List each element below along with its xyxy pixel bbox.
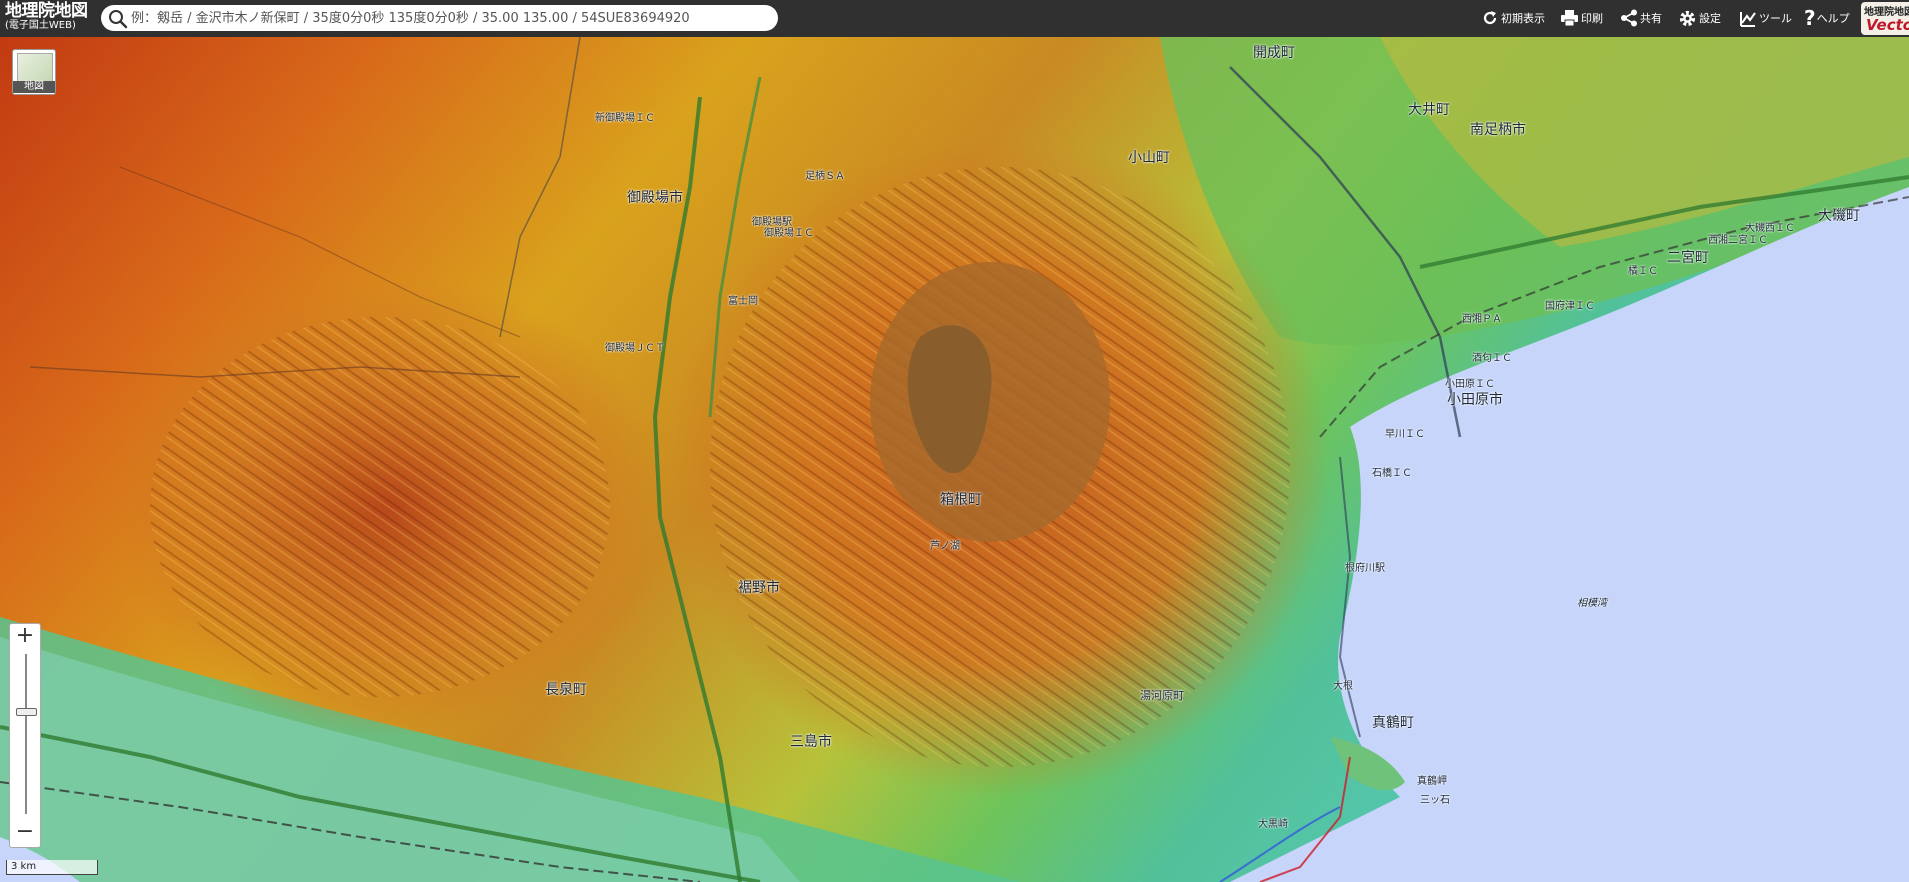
label-mitsuishi: 三ッ石 <box>1420 795 1450 806</box>
label-hakone-town: 箱根町 <box>940 492 982 508</box>
print-label: 印刷 <box>1581 12 1603 25</box>
zoom-control: + − <box>9 623 41 848</box>
relief-map <box>0 37 1909 882</box>
label-shingotemba-ic: 新御殿場ＩＣ <box>595 113 655 124</box>
brand-title: 地理院地図 <box>5 1 88 21</box>
label-gotemba-station: 御殿場駅 <box>752 217 792 228</box>
zoom-slider-handle[interactable] <box>16 708 37 716</box>
label-kozu-ic: 国府津ＩＣ <box>1545 301 1595 312</box>
help-button[interactable]: ? ヘルプ <box>1804 6 1850 30</box>
tools-label: ツール <box>1759 12 1792 25</box>
label-gotemba-jct: 御殿場ＪＣＴ <box>605 343 665 354</box>
gear-icon <box>1679 10 1696 26</box>
label-oyama-town: 小山町 <box>1128 150 1170 166</box>
map-thumbnail-icon <box>17 53 53 82</box>
label-sagami-bay: 相模湾 <box>1577 598 1607 609</box>
share-icon <box>1621 9 1637 27</box>
settings-label: 設定 <box>1699 12 1721 25</box>
label-tachibana-ic: 橘ＩＣ <box>1628 266 1658 277</box>
search-icon <box>109 10 128 29</box>
zoom-in-button[interactable]: + <box>10 624 40 650</box>
label-ashigara-sa: 足柄ＳＡ <box>805 171 845 182</box>
label-odawara-city: 小田原市 <box>1447 392 1503 408</box>
share-button[interactable]: 共有 <box>1620 6 1662 30</box>
label-ishibashi-ic: 石橋ＩＣ <box>1372 468 1412 479</box>
zoom-slider-track[interactable] <box>25 654 27 814</box>
label-yugawara-town: 湯河原町 <box>1140 689 1184 702</box>
label-oguro-cape: 大黒崎 <box>1258 819 1288 830</box>
scale-bar-label: 3 km <box>11 861 37 872</box>
label-odawara-ic: 小田原ＩＣ <box>1445 379 1495 390</box>
label-sakawa-ic: 酒匂ＩＣ <box>1472 353 1512 364</box>
label-nagaizumi-town: 長泉町 <box>545 682 587 698</box>
initial-view-button[interactable]: 初期表示 <box>1481 6 1545 30</box>
label-daikon: 大根 <box>1333 681 1353 692</box>
label-ashinoko: 芦ノ湖 <box>930 541 960 552</box>
label-hayakawa-ic: 早川ＩＣ <box>1385 429 1425 440</box>
print-button[interactable]: 印刷 <box>1560 6 1603 30</box>
layer-button-label: 地図 <box>13 81 55 93</box>
label-nishisho-pa: 西湘ＰＡ <box>1462 314 1502 325</box>
label-manazuru-cape: 真鶴岬 <box>1417 776 1447 787</box>
help-label: ヘルプ <box>1816 12 1850 25</box>
brand-logo[interactable]: 地理院地図 (電子国土WEB) <box>5 3 97 31</box>
initial-view-label: 初期表示 <box>1501 12 1545 25</box>
tools-button[interactable]: ツール <box>1738 6 1792 30</box>
brand-subtitle: (電子国土WEB) <box>5 20 76 31</box>
tools-icon <box>1740 11 1756 27</box>
top-header: 地理院地図 (電子国土WEB) 初期表示 印刷 共有 <box>0 0 1909 37</box>
refresh-icon <box>1483 11 1497 25</box>
label-nishisho-ic: 西湘二宮ＩＣ <box>1708 235 1768 246</box>
label-susono-city: 裾野市 <box>738 580 780 596</box>
label-oiso-town: 大磯町 <box>1818 208 1860 224</box>
label-manazuru-town: 真鶴町 <box>1372 715 1414 731</box>
vector-map-badge[interactable]: 地理院地図 Vector <box>1861 2 1909 35</box>
label-mishima-city: 三島市 <box>790 734 832 750</box>
zoom-out-button[interactable]: − <box>10 820 40 846</box>
label-kaisei-town: 開成町 <box>1253 45 1295 61</box>
scale-bar: 3 km <box>6 860 98 875</box>
label-oi-town: 大井町 <box>1408 102 1450 118</box>
label-ninomiya-town: 二宮町 <box>1667 250 1709 266</box>
search-box <box>101 5 778 31</box>
settings-button[interactable]: 設定 <box>1678 6 1721 30</box>
share-label: 共有 <box>1640 12 1662 25</box>
label-gotemba-city: 御殿場市 <box>627 190 683 206</box>
label-fujioka: 富士岡 <box>728 296 758 307</box>
search-input[interactable] <box>131 8 761 28</box>
question-icon: ? <box>1804 6 1816 30</box>
label-minamiashigara-city: 南足柄市 <box>1470 122 1526 138</box>
vector-badge-word: Vector <box>1866 16 1909 34</box>
label-nebukawa-station: 根府川駅 <box>1345 563 1385 574</box>
printer-icon <box>1561 10 1578 27</box>
map-canvas[interactable]: 御殿場市 小山町 開成町 大井町 南足柄市 箱根町 小田原市 二宮町 大磯町 裾… <box>0 37 1909 882</box>
layer-select-button[interactable]: 地図 <box>12 49 56 95</box>
